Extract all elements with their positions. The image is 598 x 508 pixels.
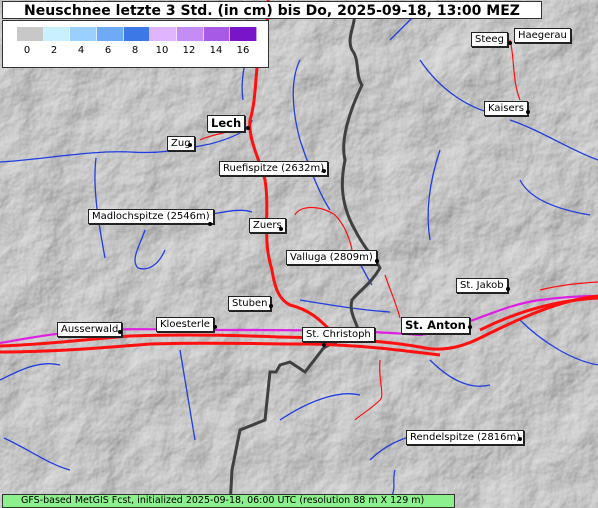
legend-ticks: 0 2 4 6 8 10 12 14 16: [3, 45, 270, 61]
legend-tick-label: 2: [50, 45, 58, 56]
legend-swatch: [97, 27, 124, 41]
legend-tick-label: 14: [209, 45, 223, 56]
legend-color-bar: [17, 27, 258, 41]
location-marker: [518, 437, 522, 441]
legend-swatch: [150, 27, 178, 41]
place-label-rendelspitze[interactable]: Rendelspitze (2816m): [406, 430, 525, 445]
legend-tick-label: 8: [131, 45, 139, 56]
location-marker: [508, 41, 512, 45]
place-label-st-christoph[interactable]: St. Christoph: [302, 327, 375, 342]
place-label-lech[interactable]: Lech: [207, 115, 246, 132]
location-marker: [213, 325, 217, 329]
location-marker: [269, 304, 273, 308]
place-label-haegerau[interactable]: Haegerau: [514, 28, 571, 43]
location-marker: [322, 343, 326, 347]
location-marker: [526, 110, 530, 114]
map-title: Neuschnee letzte 3 Std. (in cm) bis Do, …: [2, 1, 542, 19]
legend-tick-label: 12: [182, 45, 196, 56]
legend-swatch: [177, 27, 204, 41]
place-label-kaisers[interactable]: Kaisers: [484, 101, 528, 116]
legend-tick-label: 16: [236, 45, 250, 56]
location-marker: [468, 325, 472, 329]
legend-swatch: [203, 27, 231, 41]
place-label-valluga[interactable]: Valluga (2809m): [286, 250, 377, 265]
location-marker: [118, 330, 122, 334]
place-label-stuben[interactable]: Stuben: [228, 296, 272, 311]
legend-tick-label: 6: [104, 45, 112, 56]
legend-swatch: [123, 27, 151, 41]
place-label-st-jakob[interactable]: St. Jakob: [456, 278, 508, 293]
place-label-steeg[interactable]: Steeg: [471, 32, 508, 47]
legend-tick-label: 10: [155, 45, 169, 56]
location-marker: [322, 169, 326, 173]
place-label-ausserwald[interactable]: Ausserwald: [57, 322, 123, 337]
legend-swatch: [17, 27, 44, 41]
legend: 0 2 4 6 8 10 12 14 16: [2, 20, 269, 68]
legend-tick-label: 0: [23, 45, 31, 56]
forecast-info-footer: GFS-based MetGIS Fcst, initialized 2025-…: [2, 494, 455, 508]
place-label-st-anton[interactable]: St. Anton: [401, 317, 470, 334]
location-marker: [188, 143, 192, 147]
legend-swatch: [70, 27, 98, 41]
legend-tick-label: 4: [77, 45, 85, 56]
location-marker: [208, 222, 212, 226]
place-label-kloesterle[interactable]: Kloesterle: [156, 317, 214, 332]
location-marker: [506, 287, 510, 291]
location-marker: [279, 227, 283, 231]
location-marker: [375, 259, 379, 263]
location-marker: [246, 126, 250, 130]
place-label-madlochspitze[interactable]: Madlochspitze (2546m): [88, 209, 214, 224]
legend-swatch: [230, 27, 258, 41]
place-label-ruefispitze[interactable]: Ruefispitze (2632m): [219, 161, 329, 176]
legend-swatch: [43, 27, 71, 41]
